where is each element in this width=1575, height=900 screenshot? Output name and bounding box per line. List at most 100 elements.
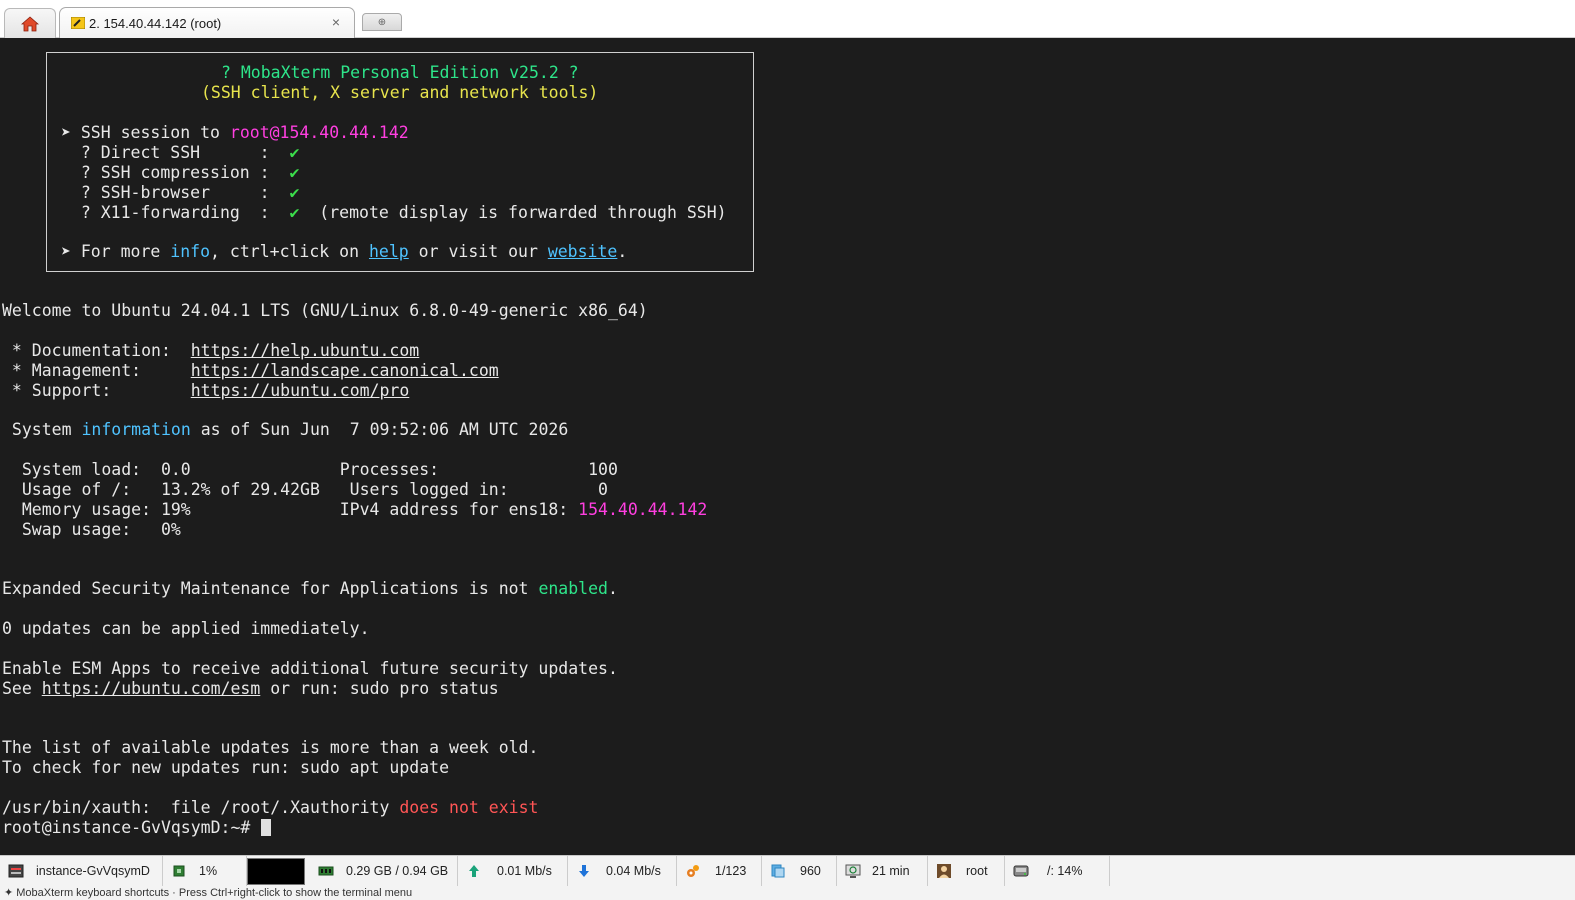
esm-word: enabled bbox=[538, 579, 608, 598]
download-arrow-icon bbox=[579, 865, 589, 877]
banner-subtitle: (SSH client, X server and network tools) bbox=[201, 83, 599, 102]
status-bar: instance-GvVqsymD 1% 0.29 GB / 0.94 GB 0… bbox=[0, 855, 1575, 887]
memory-icon bbox=[318, 866, 334, 876]
home-tab[interactable] bbox=[4, 8, 56, 38]
text-cursor bbox=[261, 819, 272, 836]
check-icon: ✔ bbox=[289, 183, 300, 202]
feature-label: ? SSH compression : bbox=[61, 163, 290, 182]
esm-end: . bbox=[607, 579, 618, 598]
home-icon bbox=[21, 15, 39, 31]
welcome-banner: ? MobaXterm Personal Edition v25.2 ? (SS… bbox=[46, 52, 754, 272]
esm-prefix: Expanded Security Maintenance for Applic… bbox=[2, 579, 539, 598]
updates-line: 0 updates can be applied immediately. bbox=[2, 619, 370, 638]
sysinfo-suffix: as of Sun Jun 7 09:52:06 AM UTC 2026 bbox=[190, 420, 569, 439]
status-hostname[interactable]: instance-GvVqsymD bbox=[0, 856, 163, 887]
status-sessions[interactable]: 1/123 bbox=[677, 856, 762, 887]
sessions-text: 1/123 bbox=[715, 864, 747, 878]
status-disk[interactable]: /: 14% bbox=[1005, 856, 1110, 887]
see-suffix: or run: sudo pro status bbox=[260, 679, 499, 698]
feature-label: ? X11-forwarding : bbox=[61, 203, 290, 222]
stats-line-3-prefix: Memory usage: 19% IPv4 address for ens18… bbox=[2, 500, 579, 519]
status-memory[interactable]: 0.29 GB / 0.94 GB bbox=[310, 856, 458, 887]
tab-session[interactable]: 2. 154.40.44.142 (root) × bbox=[59, 7, 355, 38]
sysinfo-word: information bbox=[81, 420, 191, 439]
feature-label: ? SSH-browser : bbox=[61, 183, 290, 202]
status-user[interactable]: root bbox=[928, 856, 1005, 887]
feature-label: ? Direct SSH : bbox=[61, 143, 290, 162]
more-mid2: or visit our bbox=[408, 242, 548, 261]
disk-text: /: 14% bbox=[1047, 864, 1083, 878]
ipv4-address: 154.40.44.142 bbox=[578, 500, 708, 519]
ssh-session-icon bbox=[71, 17, 85, 29]
esm-link[interactable]: https://ubuntu.com/esm bbox=[42, 679, 261, 698]
help-link[interactable]: help bbox=[369, 242, 409, 261]
mgmt-line: * Management: https://landscape.canonica… bbox=[2, 361, 499, 381]
status-upload[interactable]: 0.01 Mb/s bbox=[458, 856, 568, 887]
banner-more-line: ➤ For more info, ctrl+click on help or v… bbox=[61, 242, 627, 262]
user-icon bbox=[937, 864, 951, 878]
footer-hint: ✦ MobaXterm keyboard shortcuts · Press C… bbox=[0, 886, 1575, 900]
plus-icon: ⊕ bbox=[377, 16, 387, 28]
processes-icon bbox=[771, 864, 785, 878]
xauth-prefix: /usr/bin/xauth: file /root/.Xauthority bbox=[2, 798, 400, 817]
ssh-prefix: ➤ SSH session to bbox=[61, 123, 230, 142]
hostname-text: instance-GvVqsymD bbox=[36, 864, 150, 878]
stats-line-3: Memory usage: 19% IPv4 address for ens18… bbox=[2, 500, 707, 520]
processes-text: 960 bbox=[800, 864, 821, 878]
support-line: * Support: https://ubuntu.com/pro bbox=[2, 381, 409, 401]
stats-line-1: System load: 0.0 Processes: 100 bbox=[2, 460, 618, 479]
more-end: . bbox=[617, 242, 628, 261]
close-icon[interactable]: × bbox=[332, 14, 340, 30]
stats-line-4: Swap usage: 0% bbox=[2, 520, 181, 539]
more-prefix: ➤ For more bbox=[61, 242, 171, 261]
server-icon bbox=[8, 864, 24, 878]
check-icon: ✔ bbox=[289, 203, 300, 222]
stats-line-2: Usage of /: 13.2% of 29.42GB Users logge… bbox=[2, 480, 608, 499]
support-label: * Support: bbox=[2, 381, 191, 400]
info-word: info bbox=[170, 242, 211, 261]
status-download[interactable]: 0.04 Mb/s bbox=[568, 856, 677, 887]
cpu-icon bbox=[173, 865, 185, 877]
upload-arrow-icon bbox=[469, 865, 479, 877]
see-esm-line: See https://ubuntu.com/esm or run: sudo … bbox=[2, 679, 499, 699]
uptime-text: 21 min bbox=[872, 864, 910, 878]
status-uptime[interactable]: 21 min bbox=[837, 856, 928, 887]
feature-x11-forwarding: ? X11-forwarding : ✔ (remote display is … bbox=[61, 203, 727, 223]
disk-icon bbox=[1013, 865, 1029, 877]
xauth-error: does not exist bbox=[399, 798, 539, 817]
tab-bar: 2. 154.40.44.142 (root) × ⊕ bbox=[0, 0, 1575, 38]
prompt-text: root@instance-GvVqsymD:~# bbox=[2, 818, 261, 837]
gears-icon bbox=[687, 865, 699, 877]
website-link[interactable]: website bbox=[548, 242, 618, 261]
ssh-host: root@154.40.44.142 bbox=[229, 123, 409, 142]
monitor-icon bbox=[845, 864, 861, 878]
sysinfo-line: System information as of Sun Jun 7 09:52… bbox=[2, 420, 568, 440]
enable-esm-line: Enable ESM Apps to receive additional fu… bbox=[2, 659, 618, 678]
mgmt-label: * Management: bbox=[2, 361, 191, 380]
cpu-graph bbox=[247, 858, 305, 885]
sysinfo-prefix: System bbox=[2, 420, 82, 439]
xauth-line: /usr/bin/xauth: file /root/.Xauthority d… bbox=[2, 798, 538, 818]
new-tab-button[interactable]: ⊕ bbox=[362, 13, 402, 31]
banner-title: ? MobaXterm Personal Edition v25.2 ? bbox=[221, 63, 579, 82]
feature-ssh-browser: ? SSH-browser : ✔ bbox=[61, 183, 300, 203]
tab-session-label: 2. 154.40.44.142 (root) bbox=[89, 16, 222, 31]
doc-label: * Documentation: bbox=[2, 341, 191, 360]
doc-line: * Documentation: https://help.ubuntu.com bbox=[2, 341, 419, 361]
mgmt-link[interactable]: https://landscape.canonical.com bbox=[191, 361, 499, 380]
cpu-text: 1% bbox=[199, 864, 218, 878]
feature-direct-ssh: ? Direct SSH : ✔ bbox=[61, 143, 300, 163]
download-text: 0.04 Mb/s bbox=[606, 864, 661, 878]
status-processes[interactable]: 960 bbox=[762, 856, 837, 887]
terminal-area[interactable]: ? MobaXterm Personal Edition v25.2 ? (SS… bbox=[0, 38, 1575, 855]
memory-text: 0.29 GB / 0.94 GB bbox=[346, 864, 449, 878]
esm-line: Expanded Security Maintenance for Applic… bbox=[2, 579, 618, 599]
support-link[interactable]: https://ubuntu.com/pro bbox=[191, 381, 410, 400]
check-updates-line: To check for new updates run: sudo apt u… bbox=[2, 758, 450, 777]
upload-text: 0.01 Mb/s bbox=[497, 864, 552, 878]
check-icon: ✔ bbox=[289, 143, 300, 162]
list-old-line: The list of available updates is more th… bbox=[2, 738, 539, 757]
doc-link[interactable]: https://help.ubuntu.com bbox=[191, 341, 419, 360]
status-cpu[interactable]: 1% bbox=[163, 856, 247, 887]
shell-prompt[interactable]: root@instance-GvVqsymD:~# bbox=[2, 818, 272, 838]
